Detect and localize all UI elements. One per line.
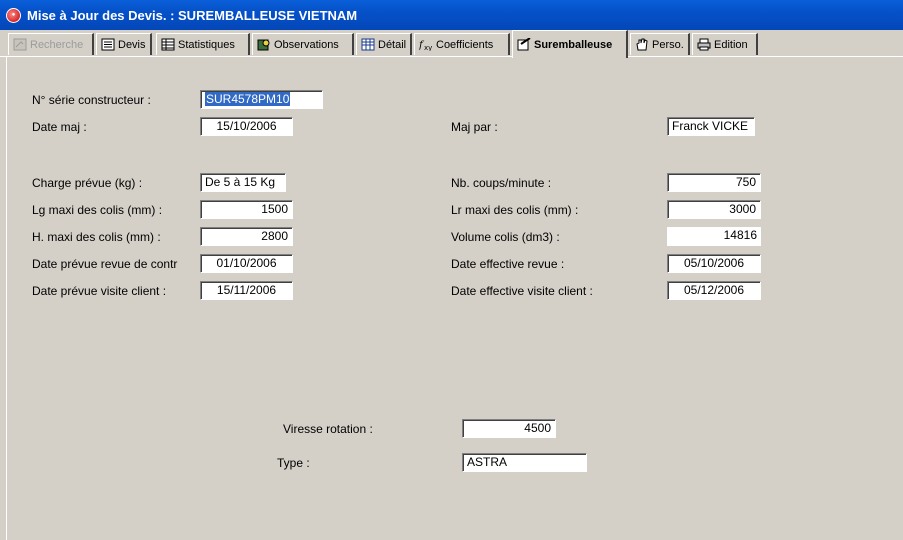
grid-detail-icon	[361, 38, 375, 51]
document-list-icon	[101, 38, 115, 51]
tab-label: Coefficients	[436, 38, 494, 51]
observations-icon	[257, 38, 271, 51]
tab-detail[interactable]: Détail	[356, 33, 412, 55]
tab-label: Suremballeuse	[534, 38, 613, 51]
rotation-field[interactable]: 4500	[462, 419, 556, 438]
edit-checkbox-icon	[517, 37, 531, 51]
lg-maxi-field[interactable]: 1500	[200, 200, 293, 219]
title-bar: ● Mise à Jour des Devis. : SUREMBALLEUSE…	[0, 0, 903, 30]
lr-maxi-label: Lr maxi des colis (mm) :	[451, 203, 579, 217]
date-revue-effective-label: Date effective revue :	[451, 257, 565, 271]
tab-perso[interactable]: Perso.	[630, 33, 690, 55]
formula-icon: f xy	[418, 38, 433, 52]
h-maxi-field[interactable]: 2800	[200, 227, 293, 246]
type-field[interactable]: ASTRA	[462, 453, 587, 472]
date-visite-prevue-field[interactable]: 15/11/2006	[200, 281, 293, 300]
coups-field[interactable]: 750	[667, 173, 761, 192]
tab-suremballeuse[interactable]: Suremballeuse	[512, 30, 628, 58]
svg-text:xy: xy	[424, 44, 432, 51]
app-logo-icon[interactable]: ●	[6, 8, 21, 23]
coups-label: Nb. coups/minute :	[451, 176, 552, 190]
tab-statistiques[interactable]: Statistiques	[156, 33, 250, 55]
date-visite-effective-label: Date effective visite client :	[451, 284, 593, 298]
date-revue-effective-field[interactable]: 05/10/2006	[667, 254, 761, 273]
tab-label: Détail	[378, 38, 407, 51]
tab-bar: Recherche Devis Statistiques Observation…	[0, 30, 903, 58]
date-revue-prevue-label: Date prévue revue de contr	[32, 257, 178, 271]
volume-label: Volume colis (dm3) :	[451, 230, 560, 244]
statistics-table-icon	[161, 38, 175, 51]
tab-recherche[interactable]: Recherche	[8, 33, 94, 55]
charge-label: Charge prévue (kg) :	[32, 176, 143, 190]
h-maxi-label: H. maxi des colis (mm) :	[32, 230, 161, 244]
search-card-icon	[13, 38, 27, 51]
tab-label: Observations	[274, 38, 339, 51]
date-maj-label: Date maj :	[32, 120, 87, 134]
volume-field: 14816	[667, 227, 761, 246]
maj-par-field[interactable]: Franck VICKE	[667, 117, 755, 136]
tab-label: Devis	[118, 38, 146, 51]
charge-field[interactable]: De 5 à 15 Kg	[200, 173, 286, 192]
lg-maxi-label: Lg maxi des colis (mm) :	[32, 203, 163, 217]
tab-label: Recherche	[30, 38, 84, 51]
tab-label: Statistiques	[178, 38, 235, 51]
serial-field[interactable]: SUR4578PM10	[200, 90, 323, 109]
date-visite-prevue-label: Date prévue visite client :	[32, 284, 167, 298]
tab-coefficients[interactable]: f xy Coefficients	[414, 33, 510, 55]
date-revue-prevue-field[interactable]: 01/10/2006	[200, 254, 293, 273]
tab-label: Edition	[714, 38, 748, 51]
type-label: Type :	[277, 456, 310, 470]
window-title: Mise à Jour des Devis. : SUREMBALLEUSE V…	[27, 8, 358, 23]
date-maj-field[interactable]: 15/10/2006	[200, 117, 293, 136]
printer-icon	[697, 38, 711, 51]
rotation-label: Viresse rotation :	[283, 422, 373, 436]
tab-edition[interactable]: Edition	[692, 33, 758, 55]
date-visite-effective-field[interactable]: 05/12/2006	[667, 281, 761, 300]
tab-devis[interactable]: Devis	[96, 33, 152, 55]
tab-label: Perso.	[652, 38, 684, 51]
suremballeuse-panel: N° série constructeur : SUR4578PM10 Date…	[6, 57, 903, 540]
hand-icon	[635, 38, 649, 51]
serial-value: SUR4578PM10	[205, 92, 291, 106]
lr-maxi-field[interactable]: 3000	[667, 200, 761, 219]
serial-label: N° série constructeur :	[32, 93, 151, 107]
maj-par-label: Maj par :	[451, 120, 498, 134]
tab-observations[interactable]: Observations	[252, 33, 354, 55]
